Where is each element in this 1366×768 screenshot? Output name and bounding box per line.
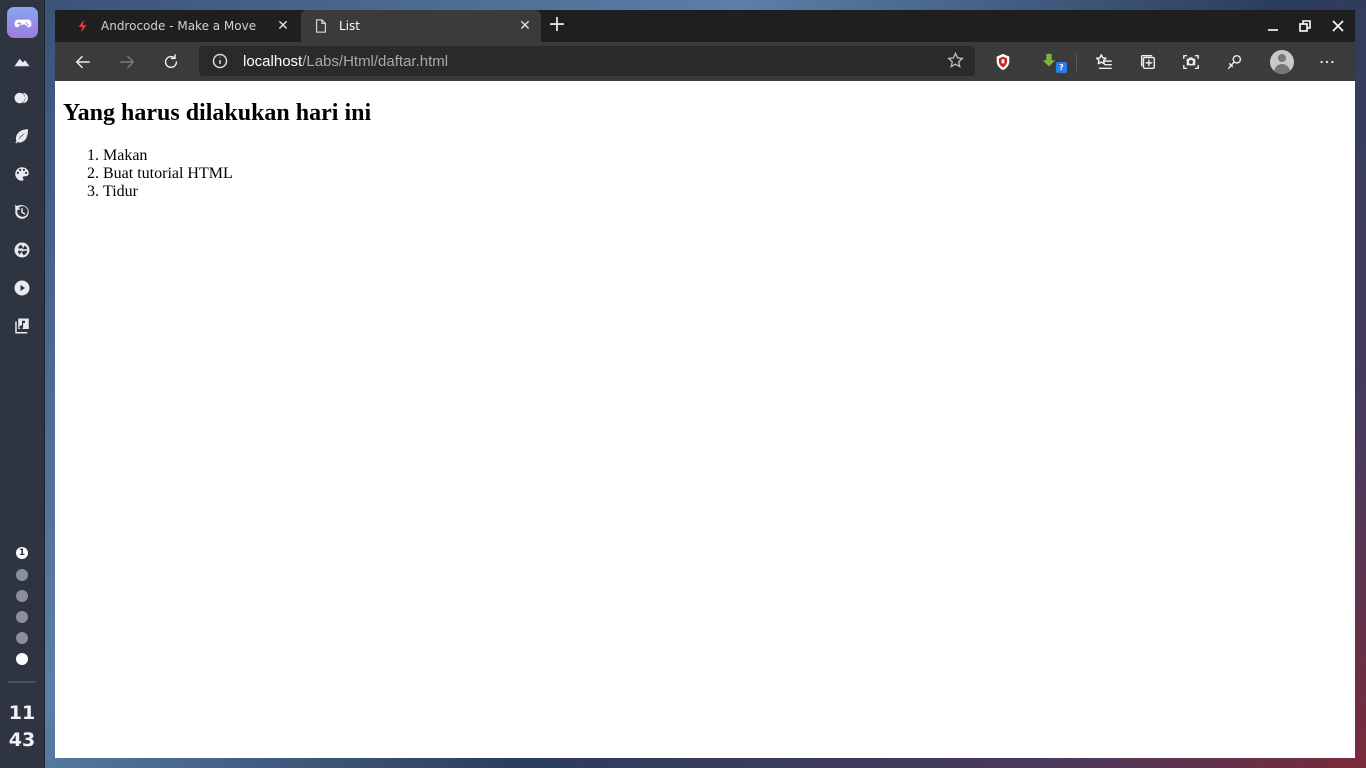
clock-minute: 43 (8, 729, 36, 751)
close-tab-icon[interactable]: ✕ (517, 18, 533, 34)
url-host: localhost (243, 52, 303, 70)
leaf-icon[interactable] (12, 126, 32, 146)
tab-androcode[interactable]: Androcode - Make a Move ✕ (63, 10, 299, 42)
favorites-icon[interactable] (1092, 50, 1116, 74)
workspace-6-indicator[interactable] (16, 653, 28, 665)
workspace-3-indicator[interactable] (16, 590, 28, 602)
shield-extension-icon[interactable] (991, 50, 1015, 74)
list-item: Makan (103, 147, 233, 165)
workspace-2-indicator[interactable] (16, 569, 28, 581)
minimize-button[interactable] (1262, 16, 1284, 36)
tab-label: List (339, 19, 360, 33)
avatar-head (1278, 54, 1286, 62)
feedback-icon[interactable] (1223, 50, 1247, 74)
back-button[interactable] (71, 50, 95, 74)
toolbar-divider (1076, 53, 1077, 71)
todo-list: Makan Buat tutorial HTML Tidur (63, 147, 233, 201)
dock: 1 11 43 (0, 0, 45, 768)
browser-window: Androcode - Make a Move ✕ List ✕ + local… (55, 10, 1355, 758)
mountain-icon[interactable] (12, 51, 32, 71)
list-item: Buat tutorial HTML (103, 165, 233, 183)
more-menu-icon[interactable] (1315, 50, 1339, 74)
url-text[interactable]: localhost/Labs/Html/daftar.html (243, 53, 448, 70)
site-info-icon[interactable] (211, 52, 229, 70)
tab-label: Androcode - Make a Move (101, 19, 257, 33)
new-tab-button[interactable]: + (545, 14, 569, 38)
toggle-icon[interactable] (12, 88, 32, 108)
navigation-toolbar: localhost/Labs/Html/daftar.html ? (55, 42, 1355, 81)
clock-hour: 11 (8, 702, 36, 724)
page-heading: Yang harus dilakukan hari ini (63, 100, 372, 126)
page-icon (313, 18, 329, 34)
url-path: /Labs/Html/daftar.html (302, 52, 449, 70)
music-library-icon[interactable] (12, 316, 32, 336)
palette-icon[interactable] (12, 164, 32, 184)
androcode-bolt-icon (75, 18, 91, 34)
close-window-button[interactable] (1327, 16, 1349, 36)
avatar-shoulders (1274, 64, 1290, 74)
collections-icon[interactable] (1136, 50, 1160, 74)
profile-avatar[interactable] (1270, 50, 1294, 74)
history-icon[interactable] (12, 202, 32, 222)
games-launcher-icon[interactable] (7, 7, 38, 38)
refresh-button[interactable] (159, 50, 183, 74)
screenshot-icon[interactable] (1179, 50, 1203, 74)
page-content: Yang harus dilakukan hari ini Makan Buat… (55, 81, 1355, 758)
address-bar[interactable]: localhost/Labs/Html/daftar.html (199, 46, 975, 76)
workspace-1-indicator[interactable]: 1 (16, 547, 28, 559)
tab-strip: Androcode - Make a Move ✕ List ✕ + (55, 10, 1355, 42)
tab-list[interactable]: List ✕ (301, 10, 541, 42)
workspace-4-indicator[interactable] (16, 611, 28, 623)
restore-button[interactable] (1294, 16, 1316, 36)
workspace-5-indicator[interactable] (16, 632, 28, 644)
download-badge: ? (1056, 62, 1067, 73)
favorite-star-icon[interactable] (947, 51, 965, 70)
dock-divider (8, 681, 36, 683)
play-icon[interactable] (12, 278, 32, 298)
aperture-icon[interactable] (12, 240, 32, 260)
list-item: Tidur (103, 183, 233, 201)
close-tab-icon[interactable]: ✕ (275, 18, 291, 34)
forward-button[interactable] (115, 50, 139, 74)
